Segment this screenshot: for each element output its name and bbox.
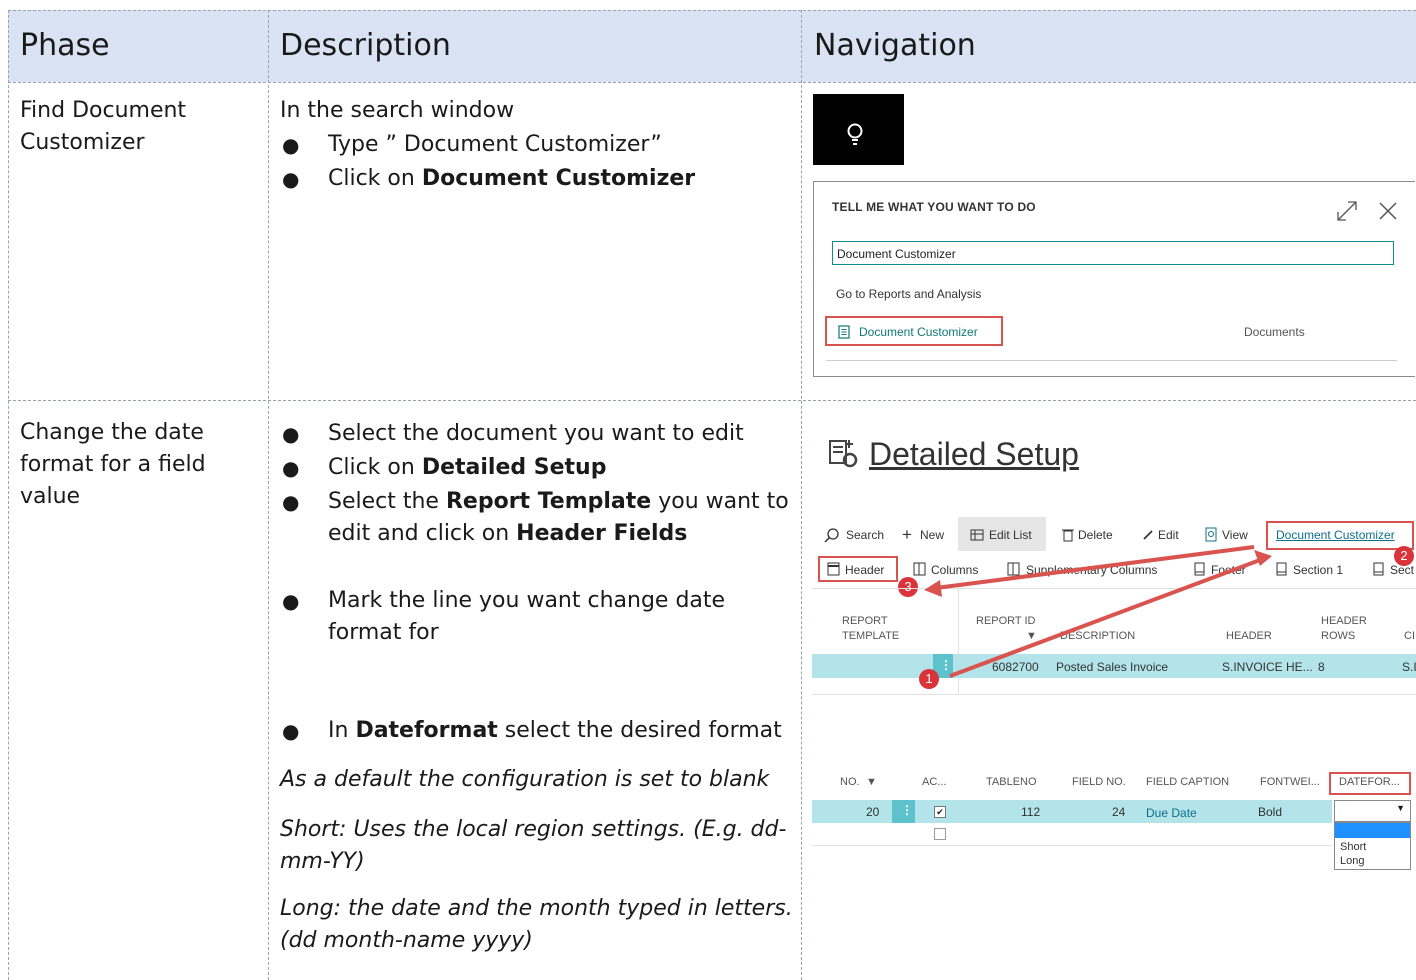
detailed-setup-screenshot: Detailed Setup Search + New Edit List De… — [812, 430, 1416, 900]
note-text: mm-YY) — [280, 849, 365, 874]
active-checkbox[interactable]: ✔ — [934, 806, 946, 818]
table-cell: Bold — [1258, 805, 1283, 819]
column-header: NO. — [840, 776, 860, 788]
table-header-row — [8, 10, 1416, 82]
column-header: FIELD NO. — [1072, 776, 1126, 788]
column-header: AC... — [922, 776, 947, 788]
note-text: Short: Uses the local region settings. (… — [280, 817, 787, 842]
phase-text: Change the date — [20, 420, 204, 445]
column-header: FIELD CAPTION — [1146, 776, 1230, 788]
active-checkbox[interactable] — [934, 828, 946, 840]
chevron-down-icon: ▼ — [1396, 803, 1405, 813]
column-header: DATEFOR... — [1339, 776, 1400, 788]
table-cell: 24 — [1112, 805, 1126, 819]
lightbulb-button[interactable] — [813, 94, 904, 165]
table-cell: 20 — [866, 805, 880, 819]
phase-text: format for a field — [20, 452, 206, 477]
more-icon[interactable]: ⋮ — [901, 803, 913, 817]
divider — [8, 400, 1416, 401]
divider — [812, 845, 1332, 846]
result-category: Documents — [1244, 325, 1305, 339]
table-cell: Due Date — [1146, 806, 1197, 820]
result-group-label: Go to Reports and Analysis — [836, 287, 982, 301]
list-item-continuation: format for — [328, 620, 439, 645]
filter-icon: ▼ — [866, 776, 877, 788]
header-phase: Phase — [20, 28, 110, 63]
note-text: (dd month-name yyyy) — [280, 928, 533, 953]
close-icon[interactable] — [1376, 199, 1400, 223]
annotation-arrows — [924, 545, 1272, 678]
tell-me-dialog: TELL ME WHAT YOU WANT TO DO Document Cus… — [813, 181, 1415, 377]
phase-text: Customizer — [20, 130, 145, 155]
divider — [8, 10, 9, 980]
dropdown-option[interactable]: Short — [1340, 841, 1366, 853]
expand-icon[interactable] — [1334, 198, 1360, 224]
dateformat-select[interactable]: ▼ — [1334, 800, 1411, 822]
table-row-selected[interactable] — [812, 800, 1332, 823]
note-text: As a default the configuration is set to… — [280, 767, 770, 792]
divider — [268, 10, 269, 980]
divider — [826, 360, 1397, 361]
search-input[interactable]: Document Customizer — [832, 241, 1394, 265]
document-icon — [838, 325, 850, 339]
dateformat-dropdown-list: Short Long — [1334, 822, 1411, 870]
note-text: Long: the date and the month typed in le… — [280, 896, 793, 921]
phase-text: Find Document — [20, 98, 187, 123]
header-description: Description — [280, 28, 451, 63]
divider — [8, 10, 1416, 11]
divider — [801, 10, 802, 980]
document-customizer-link[interactable]: Document Customizer — [859, 325, 978, 339]
table-cell: 112 — [1021, 805, 1041, 819]
list-item-continuation: edit and click on Header Fields — [328, 521, 688, 546]
dropdown-option[interactable]: Long — [1340, 855, 1364, 867]
description-text: In the search window — [280, 98, 515, 123]
lightbulb-icon — [847, 123, 863, 145]
dropdown-option-blank[interactable] — [1335, 823, 1410, 838]
column-header: TABLENO — [986, 776, 1037, 788]
dialog-title: TELL ME WHAT YOU WANT TO DO — [832, 200, 1036, 214]
phase-text: value — [20, 484, 81, 509]
divider — [8, 82, 1416, 83]
header-navigation: Navigation — [814, 28, 976, 63]
column-header: FONTWEI... — [1260, 776, 1320, 788]
